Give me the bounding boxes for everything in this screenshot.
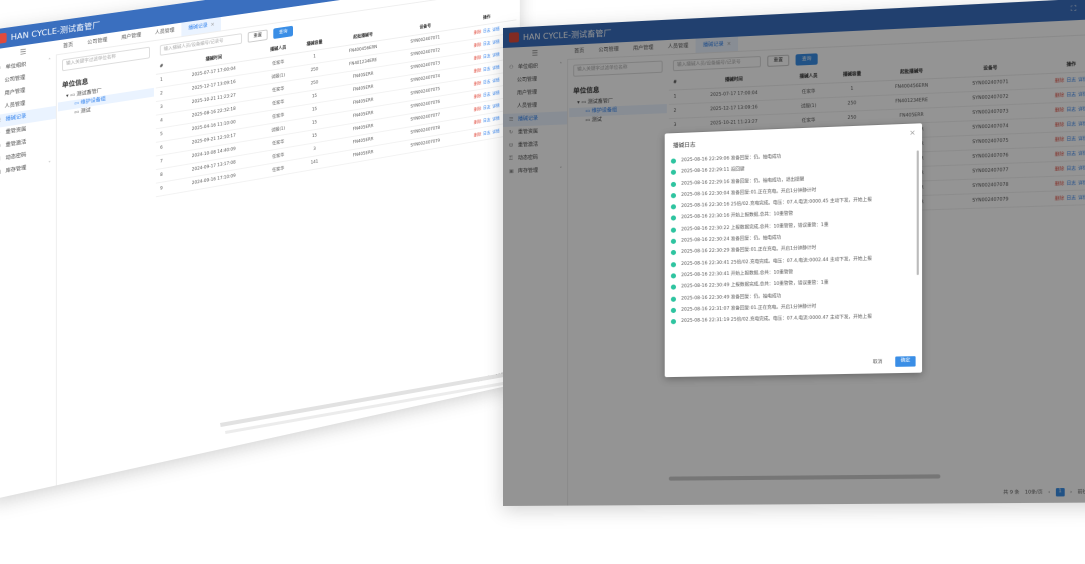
database-icon: ⛁	[0, 140, 2, 154]
status-dot-icon	[671, 308, 676, 313]
delete-link[interactable]: 删除	[474, 30, 482, 36]
sidebar-item-label: 用户管理	[5, 88, 26, 97]
log-text: 2025-08-16 22:31:19 25倍/02.充电完成。电压：07.4,…	[681, 315, 872, 324]
detail-link[interactable]: 详情	[492, 52, 499, 58]
sidebar-item-label: 重管资属	[6, 126, 27, 135]
sidebar-item-label: 播碱记录	[6, 113, 27, 122]
log-text: 2025-08-16 22:29:16 准备回复：仍。抽电成功，退出提醒	[681, 177, 804, 186]
sidebar-item-label: 库存管理	[6, 165, 27, 174]
delete-link[interactable]: 删除	[474, 68, 482, 74]
delete-link[interactable]: 删除	[474, 43, 482, 49]
status-dot-icon	[671, 250, 676, 255]
log-link[interactable]: 日志	[483, 105, 490, 111]
log-text: 2025-08-16 22:30:29 准备回复:01.正在充电。开启1分钟静计…	[681, 246, 816, 255]
tab-label: 播碱记录	[188, 23, 207, 32]
delete-link[interactable]: 删除	[474, 132, 482, 138]
log-link[interactable]: 日志	[483, 67, 490, 73]
refresh-icon: ↻	[0, 127, 2, 141]
delete-link[interactable]: 删除	[474, 119, 482, 125]
dialog-title: 播碱日志	[673, 140, 696, 149]
status-dot-icon	[671, 170, 676, 175]
status-dot-icon	[671, 216, 676, 221]
log-link[interactable]: 日志	[483, 28, 490, 34]
delete-link[interactable]: 删除	[474, 81, 482, 87]
sidebar-item-label: 人员管理	[5, 101, 26, 110]
log-list: 2025-08-16 22:29:06 准备回复：仍。抽电成功 2025-08-…	[671, 146, 914, 350]
sidebar-item-label: 单位组织	[6, 62, 27, 71]
log-link[interactable]: 日志	[483, 131, 490, 137]
status-dot-icon	[671, 296, 676, 301]
log-text: 2025-08-16 22:30:49 上报数据完成,总共：10重管管，错误重管…	[681, 281, 828, 290]
log-scrollbar[interactable]	[917, 150, 919, 275]
detail-link[interactable]: 详情	[492, 78, 499, 84]
status-dot-icon	[671, 204, 676, 209]
table-cell: 9	[156, 181, 167, 196]
status-dot-icon	[671, 181, 676, 186]
detail-link[interactable]: 详情	[492, 116, 499, 122]
log-link[interactable]: 日志	[483, 54, 490, 60]
chevron-up-icon: ˄	[48, 55, 51, 68]
reset-button[interactable]: 重置	[248, 29, 268, 42]
status-dot-icon	[671, 158, 676, 163]
log-link[interactable]: 日志	[483, 118, 490, 124]
log-link[interactable]: 日志	[483, 92, 490, 98]
cancel-button[interactable]: 取消	[869, 359, 887, 366]
detail-link[interactable]: 详情	[492, 104, 499, 110]
log-dialog: 播碱日志 × 2025-08-16 22:29:06 准备回复：仍。抽电成功 2…	[665, 123, 922, 377]
status-dot-icon	[671, 239, 676, 244]
confirm-button[interactable]: 确定	[895, 356, 915, 367]
detail-link[interactable]: 详情	[492, 40, 499, 46]
delete-link[interactable]: 删除	[474, 55, 482, 61]
log-text: 2025-08-16 22:30:24 准备回复：仍。抽电成功	[681, 236, 781, 244]
close-icon[interactable]: ×	[909, 129, 915, 138]
status-dot-icon	[671, 285, 676, 290]
log-link[interactable]: 日志	[483, 79, 490, 85]
detail-link[interactable]: 详情	[492, 27, 499, 33]
brand-logo-icon	[0, 33, 7, 44]
sidebar-item-label: 动态密码	[6, 152, 27, 161]
tab-home[interactable]: 首页	[56, 37, 80, 54]
front-app-window: HAN CYCLE-测试畜管厂 ⛶ ⚙ ☰ ⚇单位组织˄ 公司管理 用户管理 人…	[503, 0, 1085, 506]
sidebar: ☰ ⚇单位组织˄ 公司管理 用户管理 人员管理 ☰播碱记录 ↻重管资属 ⛁重管激…	[0, 40, 57, 500]
status-dot-icon	[671, 319, 676, 324]
sidebar-item-label: 重管激活	[6, 139, 27, 148]
tree-node-label: 测试	[81, 107, 91, 114]
search-button[interactable]: 查询	[273, 26, 293, 39]
list-icon: ☰	[0, 114, 2, 128]
dialog-footer: 取消 确定	[869, 356, 916, 367]
status-dot-icon	[671, 227, 676, 232]
close-icon[interactable]: ×	[210, 22, 214, 28]
detail-link[interactable]: 详情	[492, 91, 499, 97]
org-icon: ⚇	[0, 62, 2, 76]
tree-node-label: 维护设备组	[81, 96, 106, 106]
log-text: 2025-08-16 22:30:41 开始上报数据,总共：10重管管	[681, 270, 793, 278]
scene: HAN CYCLE-测试畜管厂 ⛶ ⚙ ☰ ⚇单位组织˄ 公司管理 用户管理 人…	[0, 0, 1085, 564]
chevron-down-icon: ˅	[48, 158, 51, 171]
status-dot-icon	[671, 262, 676, 267]
log-text: 2025-08-16 22:29:06 准备回复：仍。抽电成功	[681, 155, 781, 164]
status-dot-icon	[671, 193, 676, 198]
log-link[interactable]: 日志	[483, 41, 490, 47]
detail-link[interactable]: 详情	[492, 65, 499, 71]
log-text: 2025-08-16 22:30:16 开始上报数据,总共：10重管管	[681, 212, 793, 221]
status-dot-icon	[671, 273, 676, 278]
log-text: 2025-08-16 22:29:11 返回键	[681, 167, 744, 174]
detail-link[interactable]: 详情	[492, 129, 499, 135]
log-text: 2025-08-16 22:30:49 准备回复：仍。抽电成功	[681, 294, 781, 302]
delete-link[interactable]: 删除	[474, 94, 482, 100]
delete-link[interactable]: 删除	[474, 107, 482, 113]
sidebar-item-label: 公司管理	[5, 75, 26, 84]
box-icon: ▣	[0, 166, 2, 180]
log-text: 2025-08-16 22:31:07 准备回复:01.正在充电。开启1分钟静计…	[681, 304, 816, 312]
unit-tree-pane: 输入关键字过滤单位名称 单位信息 ▾ ▭ 测试畜管厂 ▭ 维护设备组 ▭ 测试	[58, 42, 154, 481]
